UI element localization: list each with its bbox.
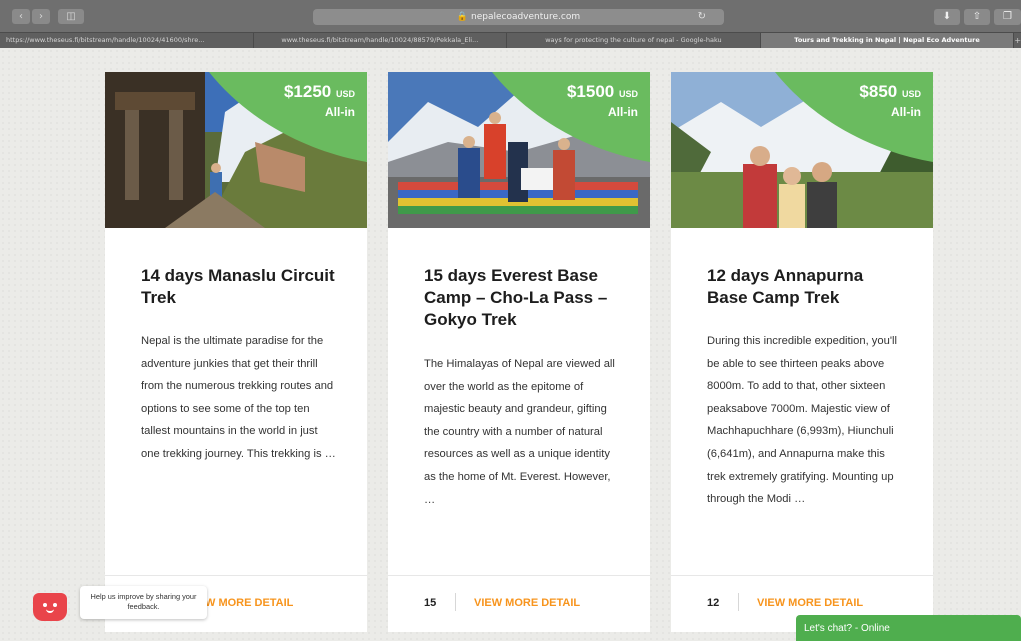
browser-toolbar: ‹ › ◫ 🔒 nepalecoadventure.com ↻ ⬇ ⇧ ❐: [0, 0, 1021, 32]
price-note: All-in: [891, 105, 921, 119]
feedback-face-icon[interactable]: [33, 593, 67, 621]
tab-google-search[interactable]: ways for protecting the culture of nepal…: [507, 33, 761, 49]
tabs-overview-button[interactable]: ❐: [994, 9, 1021, 25]
trek-days-count: 12: [707, 597, 720, 609]
trek-description: The Himalayas of Nepal are viewed all ov…: [424, 358, 615, 506]
address-bar[interactable]: 🔒 nepalecoadventure.com ↻: [313, 9, 724, 25]
trek-description: Nepal is the ultimate paradise for the a…: [141, 335, 336, 460]
footer-divider: [738, 593, 739, 611]
trek-title[interactable]: 15 days Everest Base Camp – Cho-La Pass …: [424, 265, 624, 331]
download-button[interactable]: ⬇: [934, 9, 960, 25]
trek-days-count: 15: [424, 597, 437, 609]
feedback-prompt[interactable]: Help us improve by sharing your feedback…: [80, 586, 207, 619]
trek-card-manaslu: $1250 USD All-in 14 days Manaslu Circuit…: [105, 72, 367, 632]
price-badge: $1500 USD All-in: [492, 72, 650, 162]
tab-bar: https://www.theseus.fi/bitstream/handle/…: [0, 32, 1021, 49]
price-badge: $1250 USD All-in: [209, 72, 367, 162]
trek-photo[interactable]: $1250 USD All-in: [105, 72, 367, 228]
view-more-detail-link[interactable]: VIEW MORE DETAIL: [474, 597, 580, 609]
back-button[interactable]: ‹: [12, 9, 30, 24]
feedback-eye-right: [53, 603, 57, 607]
price-text: $850 USD: [859, 82, 921, 101]
price-note: All-in: [325, 105, 355, 119]
lock-icon: 🔒: [456, 12, 469, 22]
feedback-eye-left: [43, 603, 47, 607]
tab-theseus-2[interactable]: www.theseus.fi/bitstream/handle/10024/88…: [254, 33, 508, 49]
sidebar-toggle-button[interactable]: ◫: [58, 9, 84, 24]
footer-divider: [455, 593, 456, 611]
price-text: $1500 USD: [566, 82, 638, 101]
trek-photo[interactable]: $1500 USD All-in: [388, 72, 650, 228]
trek-description: During this incredible expedition, you'l…: [707, 335, 897, 506]
view-more-detail-link[interactable]: W MORE DETAIL: [205, 597, 293, 609]
view-more-detail-link[interactable]: VIEW MORE DETAIL: [757, 597, 863, 609]
share-button[interactable]: ⇧: [964, 9, 990, 25]
price-note: All-in: [608, 105, 638, 119]
price-text: $1250 USD: [283, 82, 355, 101]
feedback-mouth: [46, 609, 54, 613]
forward-button[interactable]: ›: [32, 9, 50, 24]
live-chat-button[interactable]: Let's chat? - Online: [796, 615, 1021, 641]
trek-title[interactable]: 14 days Manaslu Circuit Trek: [141, 265, 341, 309]
tab-theseus-1[interactable]: https://www.theseus.fi/bitstream/handle/…: [0, 33, 254, 49]
reload-icon[interactable]: ↻: [698, 9, 706, 25]
trek-photo[interactable]: $850 USD All-in: [671, 72, 933, 228]
trek-title[interactable]: 12 days Annapurna Base Camp Trek: [707, 265, 907, 309]
trek-card-everest: $1500 USD All-in 15 days Everest Base Ca…: [388, 72, 650, 632]
card-footer: 15 VIEW MORE DETAIL: [388, 575, 650, 632]
new-tab-icon[interactable]: +: [1014, 33, 1021, 48]
trek-card-annapurna: $850 USD All-in 12 days Annapurna Base C…: [671, 72, 933, 632]
price-badge: $850 USD All-in: [775, 72, 933, 162]
tab-nepal-eco-adventure[interactable]: Tours and Trekking in Nepal | Nepal Eco …: [760, 33, 1015, 49]
address-url: nepalecoadventure.com: [470, 12, 581, 22]
page-content: $1250 USD All-in 14 days Manaslu Circuit…: [0, 48, 1021, 641]
